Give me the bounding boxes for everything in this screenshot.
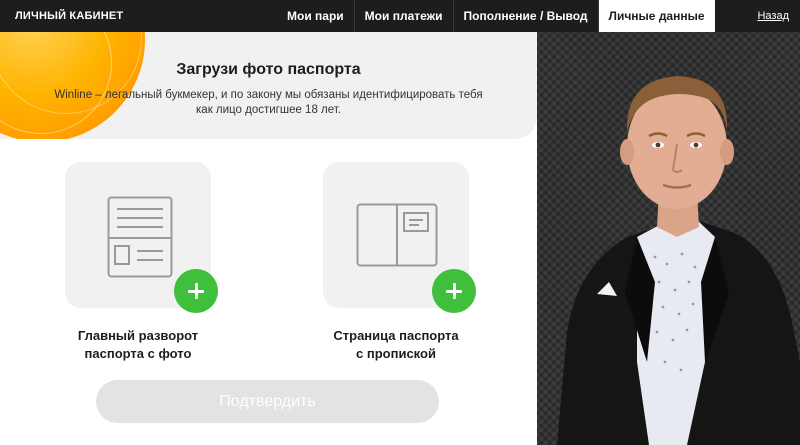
label-line: паспорта с фото (84, 346, 192, 361)
man-in-suit-illustration (557, 76, 800, 445)
brand-title: ЛИЧНЫЙ КАБИНЕТ (15, 10, 124, 22)
upload-main-spread-card[interactable] (65, 162, 218, 313)
main-nav: Мои пари Мои платежи Пополнение / Вывод … (277, 0, 715, 32)
top-bar: ЛИЧНЫЙ КАБИНЕТ Мои пари Мои платежи Попо… (0, 0, 800, 32)
passport-photo-page-icon (107, 196, 173, 278)
info-banner: Загрузи фото паспорта Winline – легальны… (0, 32, 537, 139)
upload-registration-card[interactable] (323, 162, 476, 313)
upload-panel: Загрузи фото паспорта Winline – легальны… (0, 32, 537, 445)
nav-my-payments[interactable]: Мои платежи (353, 0, 453, 32)
promo-photo (537, 32, 800, 445)
upload-registration-label: Страница паспорта с пропиской (296, 327, 496, 363)
label-line: с пропиской (356, 346, 436, 361)
nav-deposit-withdraw[interactable]: Пополнение / Вывод (452, 0, 598, 32)
page-title: Загрузи фото паспорта (176, 61, 361, 78)
back-link[interactable]: Назад (757, 0, 789, 32)
add-photo-plus-icon[interactable] (432, 269, 476, 313)
label-line: Страница паспорта (333, 328, 459, 343)
upload-main-spread-label: Главный разворот паспорта с фото (38, 327, 238, 363)
confirm-button[interactable]: Подтвердить (96, 380, 439, 423)
info-text: Winline – легальный букмекер, и по закон… (54, 89, 483, 116)
label-line: Главный разворот (77, 328, 199, 343)
add-photo-plus-icon[interactable] (174, 269, 218, 313)
nav-my-bets[interactable]: Мои пари (277, 0, 354, 32)
nav-personal-data[interactable]: Личные данные (597, 0, 715, 32)
passport-registration-page-icon (356, 203, 438, 267)
